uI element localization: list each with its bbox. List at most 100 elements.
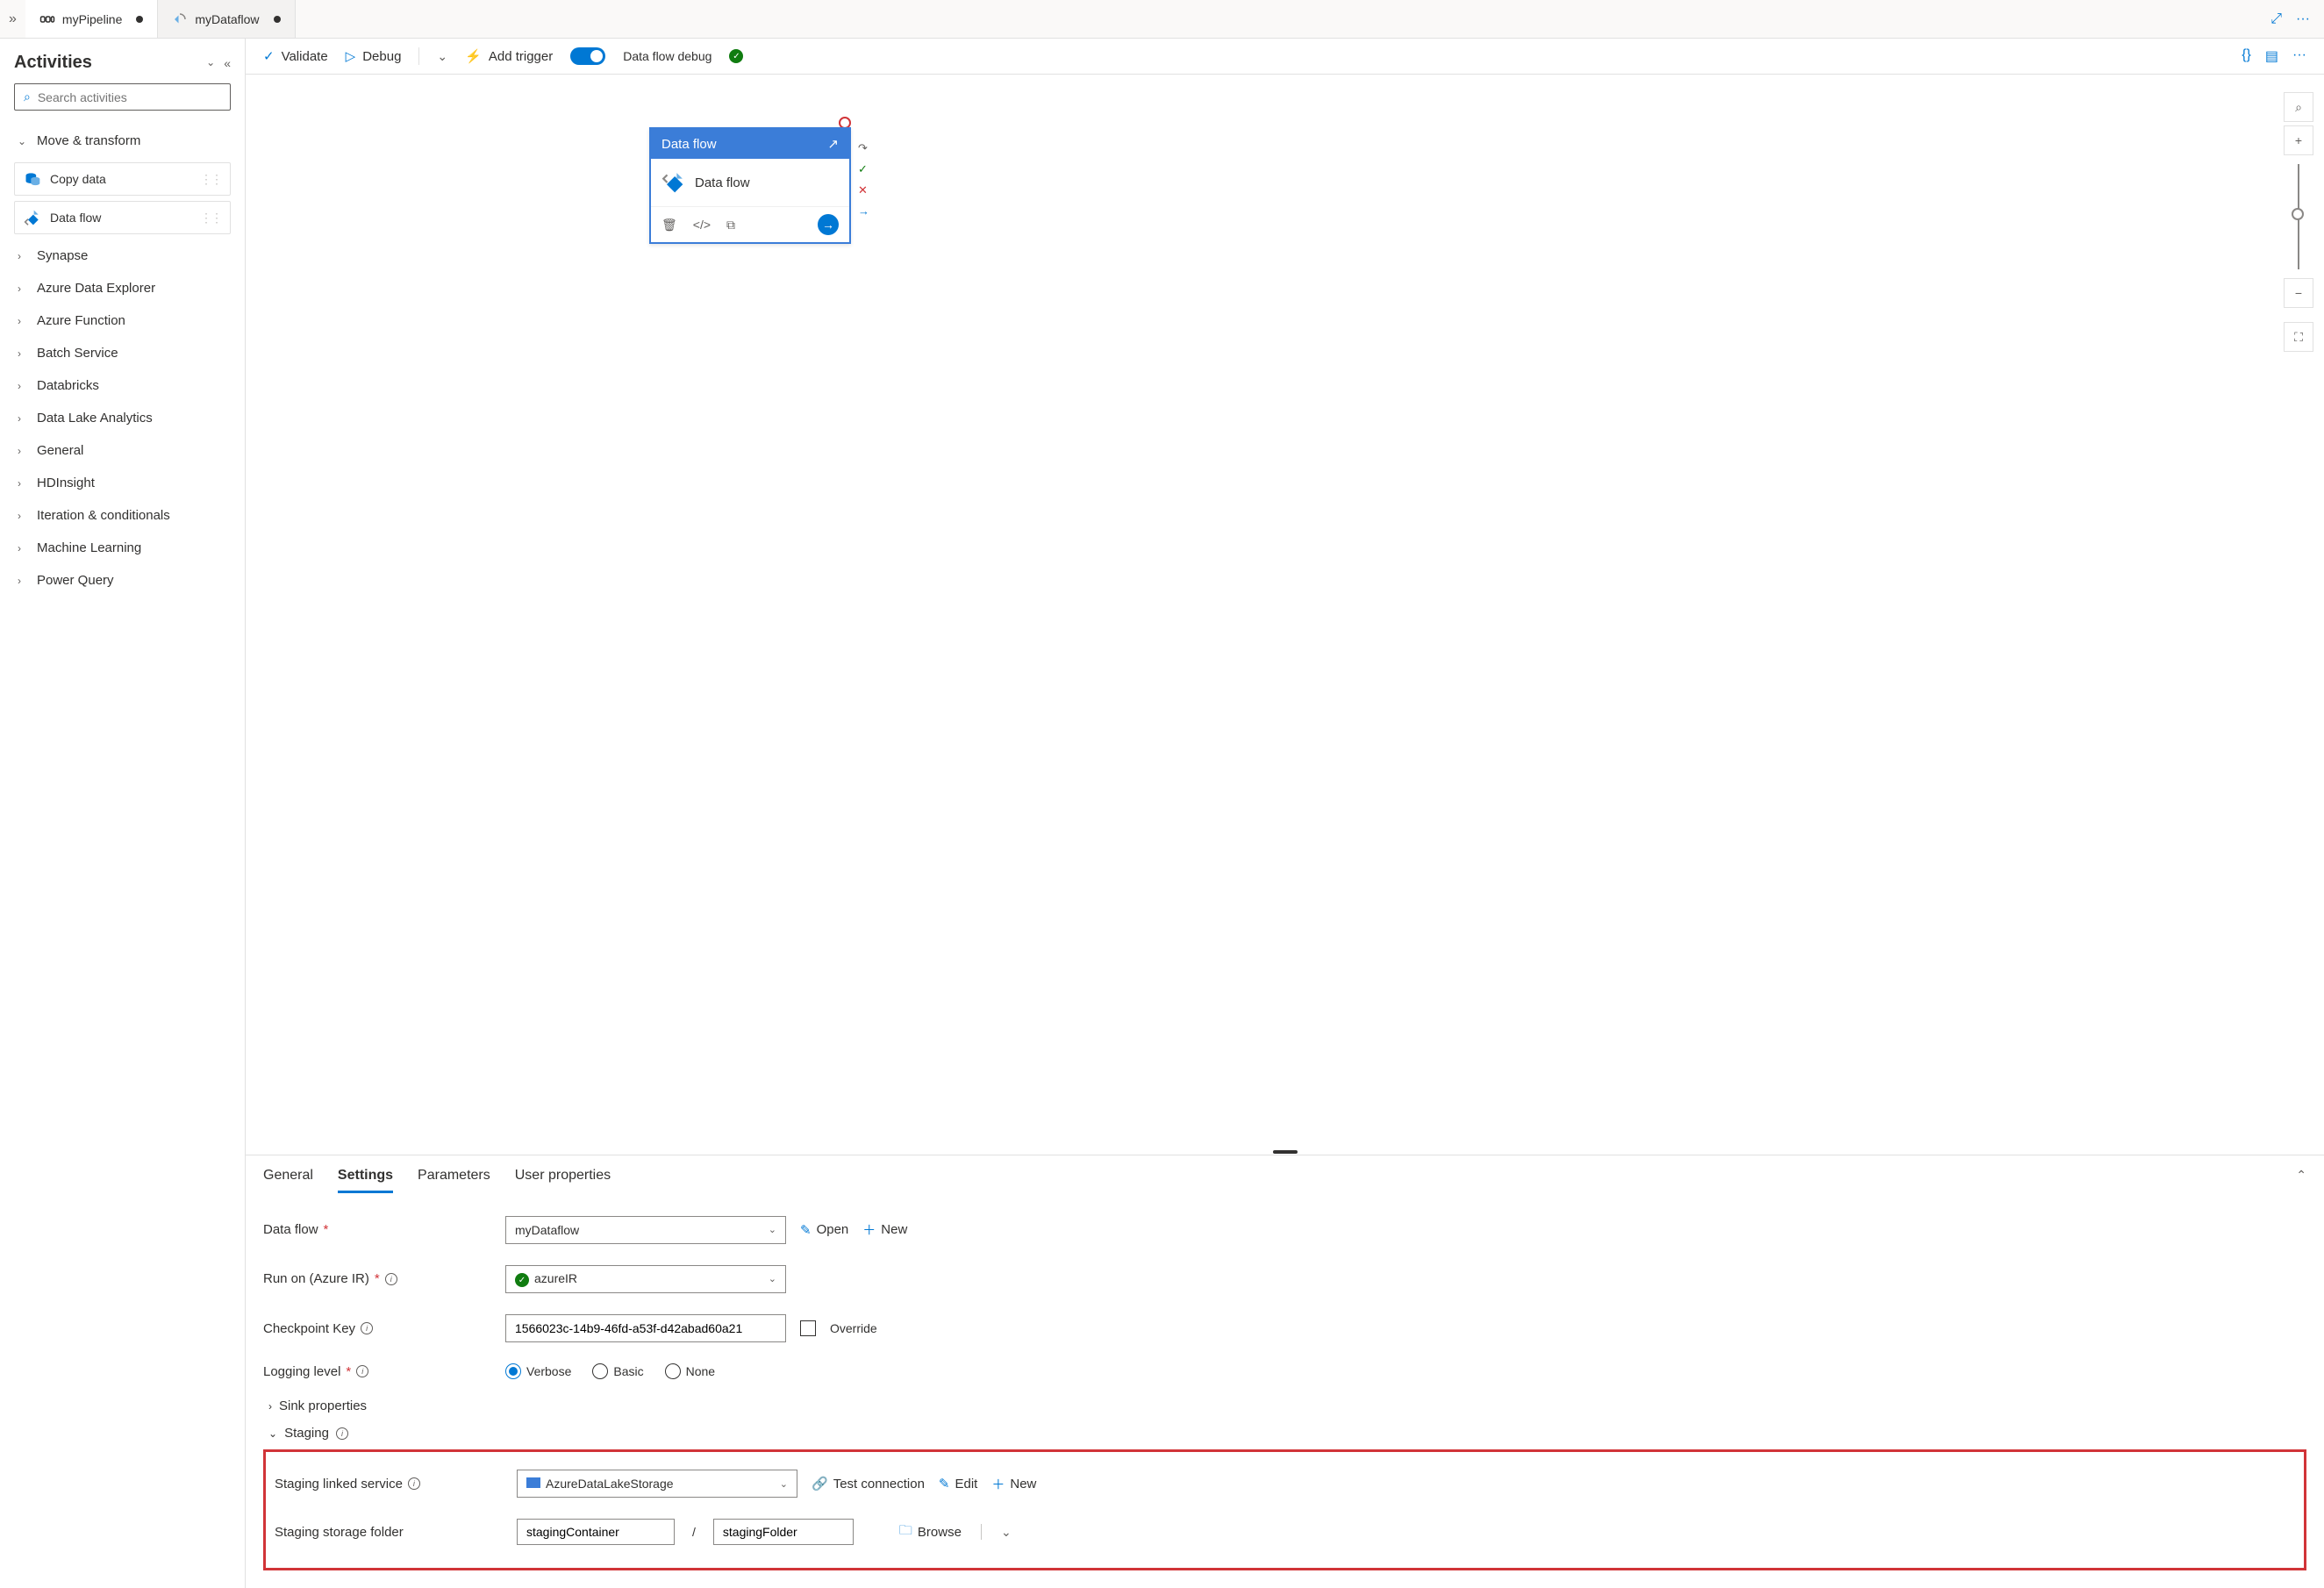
chevron-right-icon: › — [18, 347, 28, 360]
data-flow-debug-toggle[interactable] — [570, 47, 605, 65]
tab-mypipeline[interactable]: myPipeline — [25, 0, 158, 38]
chevron-right-icon: › — [18, 575, 28, 587]
add-trigger-button[interactable]: ⚡Add trigger — [465, 48, 553, 64]
category-general[interactable]: ›General — [14, 434, 231, 467]
success-path-icon[interactable]: ✓ — [858, 162, 869, 176]
info-icon[interactable]: i — [356, 1365, 368, 1377]
tab-title: myPipeline — [62, 12, 122, 26]
tab-user-properties[interactable]: User properties — [515, 1168, 611, 1193]
category-batch-service[interactable]: ›Batch Service — [14, 337, 231, 369]
zoom-search-icon[interactable]: ⌕ — [2284, 92, 2313, 122]
category-machine-learning[interactable]: ›Machine Learning — [14, 532, 231, 564]
info-icon[interactable]: i — [361, 1322, 373, 1334]
section-staging[interactable]: ⌄Stagingi — [263, 1417, 2306, 1444]
maximize-icon[interactable]: ⤢ — [2270, 11, 2282, 27]
run-on-select[interactable]: ✓azureIR⌄ — [505, 1265, 786, 1294]
code-view-icon[interactable]: {} — [2242, 47, 2251, 65]
test-connection-button[interactable]: 🔗Test connection — [812, 1476, 925, 1491]
browse-folder-button[interactable]: 🗀Browse — [899, 1521, 962, 1543]
play-icon: ▷ — [346, 48, 356, 64]
staging-linked-service-select[interactable]: AzureDataLakeStorage⌄ — [517, 1470, 797, 1498]
chevron-right-icon: › — [18, 315, 28, 327]
activity-copy-data[interactable]: Copy data ⋮⋮ — [14, 162, 231, 196]
completion-path-icon[interactable]: → — [858, 204, 869, 218]
new-dataflow-button[interactable]: ＋New — [862, 1220, 907, 1239]
dataflow-activity-node[interactable]: Data flow ↗ Data flow 🗑 </> ⧉ → — [649, 127, 851, 244]
category-power-query[interactable]: ›Power Query — [14, 564, 231, 597]
radio-basic[interactable]: Basic — [592, 1363, 643, 1379]
checkpoint-key-input[interactable] — [505, 1314, 786, 1342]
code-icon[interactable]: </> — [693, 218, 711, 232]
toolbar-more-icon[interactable]: ··· — [2292, 47, 2306, 65]
staging-folder-input[interactable] — [713, 1519, 854, 1545]
zoom-out-icon[interactable]: − — [2284, 278, 2313, 308]
tab-parameters[interactable]: Parameters — [418, 1168, 490, 1193]
failure-path-icon[interactable]: ✕ — [858, 183, 869, 197]
radio-none[interactable]: None — [665, 1363, 715, 1379]
tab-settings[interactable]: Settings — [338, 1168, 393, 1193]
data-flow-select[interactable]: myDataflow⌄ — [505, 1216, 786, 1244]
run-node-icon[interactable]: → — [818, 214, 839, 235]
search-activities-input[interactable]: ⌕ — [14, 83, 231, 111]
plus-icon: ＋ — [991, 1475, 1005, 1493]
collapse-panel-icon[interactable]: ⌃ — [2296, 1168, 2306, 1183]
category-databricks[interactable]: ›Databricks — [14, 369, 231, 402]
override-checkbox[interactable] — [800, 1320, 816, 1336]
properties-icon[interactable]: ▤ — [2265, 47, 2278, 65]
zoom-in-icon[interactable]: + — [2284, 125, 2313, 155]
connection-icon: 🔗 — [812, 1476, 828, 1491]
category-azure-data-explorer[interactable]: ›Azure Data Explorer — [14, 272, 231, 304]
info-icon[interactable]: i — [408, 1477, 420, 1490]
status-ok-icon: ✓ — [515, 1273, 529, 1287]
expand-panel-icon[interactable]: » — [0, 11, 25, 27]
category-synapse[interactable]: ›Synapse — [14, 240, 231, 272]
section-sink-properties[interactable]: ›Sink properties — [263, 1390, 2306, 1417]
delete-icon[interactable]: 🗑 — [661, 218, 677, 232]
new-linked-service-button[interactable]: ＋New — [991, 1475, 1036, 1493]
category-azure-function[interactable]: ›Azure Function — [14, 304, 231, 337]
browse-dropdown-icon[interactable]: ⌄ — [1001, 1525, 1012, 1540]
category-iteration-conditionals[interactable]: ›Iteration & conditionals — [14, 499, 231, 532]
radio-verbose[interactable]: Verbose — [505, 1363, 571, 1379]
copy-icon[interactable]: ⧉ — [726, 218, 735, 232]
category-data-lake-analytics[interactable]: ›Data Lake Analytics — [14, 402, 231, 434]
copy-data-icon — [24, 170, 41, 188]
debug-button[interactable]: ▷Debug — [346, 48, 402, 64]
staging-container-input[interactable] — [517, 1519, 675, 1545]
fit-to-screen-icon[interactable]: ⛶ — [2284, 322, 2313, 352]
grip-icon: ⋮⋮ — [200, 211, 221, 225]
override-label: Override — [830, 1321, 877, 1335]
validate-button[interactable]: ✓Validate — [263, 48, 328, 64]
activities-sidebar: Activities ⌄ « ⌕ ⌄Move & transform Copy … — [0, 39, 246, 1588]
activity-data-flow[interactable]: Data flow ⋮⋮ — [14, 201, 231, 234]
category-move-transform[interactable]: ⌄Move & transform — [14, 125, 231, 157]
info-icon[interactable]: i — [385, 1273, 397, 1285]
pipeline-canvas[interactable]: ↷ ✓ ✕ → Data flow ↗ Data flow 🗑 — [246, 75, 2324, 1149]
collapse-down-icon[interactable]: ⌄ — [206, 56, 215, 70]
collapse-sidebar-icon[interactable]: « — [224, 56, 231, 70]
grip-icon: ⋮⋮ — [200, 172, 221, 187]
open-dataflow-button[interactable]: ✎Open — [800, 1222, 848, 1238]
label-staging-linked-service: Staging linked servicei — [275, 1477, 503, 1491]
chevron-right-icon: › — [18, 250, 28, 262]
chevron-down-icon: ⌄ — [769, 1224, 776, 1235]
debug-dropdown-icon[interactable]: ⌄ — [437, 49, 447, 64]
chevron-right-icon: › — [18, 412, 28, 425]
edit-icon: ✎ — [800, 1222, 812, 1238]
canvas-zoom-tools: ⌕ + − ⛶ — [2284, 92, 2313, 352]
tab-general[interactable]: General — [263, 1168, 313, 1193]
folder-icon: 🗀 — [899, 1521, 912, 1543]
edit-linked-service-button[interactable]: ✎Edit — [939, 1476, 977, 1491]
more-menu-icon[interactable]: ··· — [2296, 11, 2310, 27]
chevron-right-icon: › — [18, 510, 28, 522]
trigger-icon: ⚡ — [465, 48, 482, 64]
redo-icon[interactable]: ↷ — [858, 141, 869, 155]
dataflow-icon — [661, 171, 684, 194]
open-external-icon[interactable]: ↗ — [827, 136, 839, 152]
category-hdinsight[interactable]: ›HDInsight — [14, 467, 231, 499]
staging-highlight-box: Staging linked servicei AzureDataLakeSto… — [263, 1449, 2306, 1570]
plus-icon: ＋ — [862, 1220, 876, 1239]
info-icon[interactable]: i — [336, 1427, 348, 1440]
tab-mydataflow[interactable]: myDataflow — [158, 0, 295, 38]
zoom-slider[interactable] — [2298, 164, 2299, 269]
